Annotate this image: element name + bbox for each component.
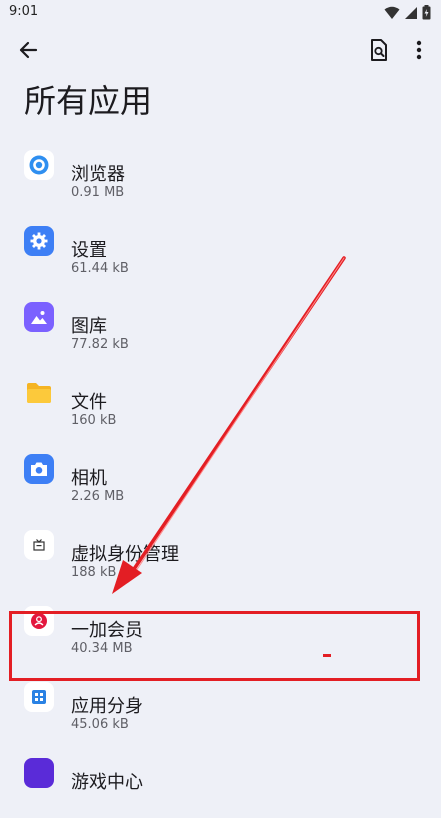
search-in-list-button[interactable] <box>366 38 392 66</box>
annotation-red-mark <box>323 654 331 657</box>
virtual-id-icon <box>24 530 54 560</box>
app-size: 2.26 MB <box>71 489 125 504</box>
app-item-game-center[interactable]: 游戏中心 <box>0 742 441 818</box>
document-search-icon <box>370 39 388 65</box>
wifi-icon <box>384 5 400 24</box>
status-icons <box>384 5 431 24</box>
browser-icon <box>24 150 54 180</box>
camera-icon <box>24 454 54 484</box>
app-item-browser[interactable]: 浏览器 0.91 MB <box>0 134 441 210</box>
app-name: 文件 <box>71 392 107 413</box>
app-clone-icon <box>24 682 54 712</box>
settings-gear-icon <box>24 226 54 256</box>
app-name: 游戏中心 <box>71 772 143 793</box>
status-time: 9:01 <box>9 4 39 19</box>
app-size: 61.44 kB <box>71 261 129 276</box>
app-size: 160 kB <box>71 413 117 428</box>
back-button[interactable] <box>14 38 42 66</box>
app-item-files[interactable]: 文件 160 kB <box>0 362 441 438</box>
folder-icon <box>24 378 54 408</box>
annotation-highlight-box <box>9 611 420 681</box>
more-vert-icon <box>416 40 422 64</box>
app-name: 虚拟身份管理 <box>71 544 179 565</box>
status-bar: 9:01 <box>0 0 441 26</box>
gallery-icon <box>24 302 54 332</box>
app-size: 45.06 kB <box>71 717 129 732</box>
app-item-camera[interactable]: 相机 2.26 MB <box>0 438 441 514</box>
battery-charging-icon <box>422 5 431 24</box>
app-item-virtual-identity[interactable]: 虚拟身份管理 188 kB <box>0 514 441 590</box>
app-item-gallery[interactable]: 图库 77.82 kB <box>0 286 441 362</box>
app-name: 图库 <box>71 316 107 337</box>
top-app-bar <box>0 30 441 74</box>
back-arrow-icon <box>18 40 38 64</box>
page-title: 所有应用 <box>24 82 153 120</box>
app-name: 设置 <box>71 240 107 261</box>
more-options-button[interactable] <box>406 38 432 66</box>
app-name: 应用分身 <box>71 696 143 717</box>
app-name: 浏览器 <box>71 164 125 185</box>
app-name: 相机 <box>71 468 107 489</box>
app-size: 188 kB <box>71 565 117 580</box>
app-size: 77.82 kB <box>71 337 129 352</box>
app-size: 0.91 MB <box>71 185 125 200</box>
app-item-settings[interactable]: 设置 61.44 kB <box>0 210 441 286</box>
cellular-signal-icon <box>404 5 418 24</box>
